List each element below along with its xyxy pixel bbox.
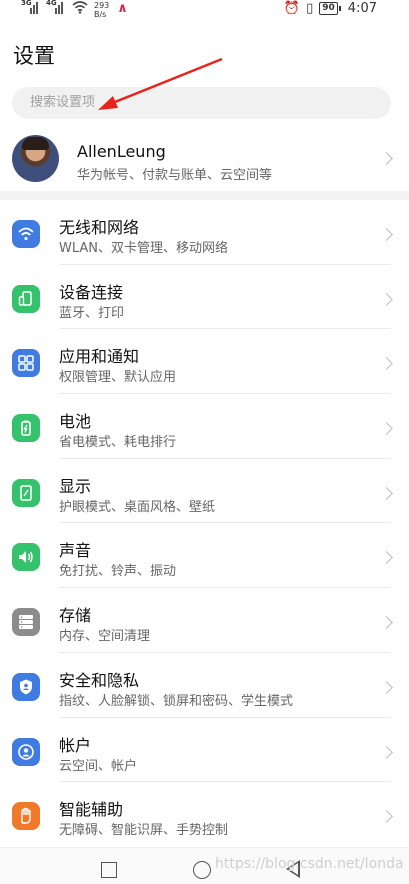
settings-item-battery[interactable]: 电池 省电模式、耗电排行 (0, 394, 409, 459)
settings-item-title: 无线和网络 (59, 218, 140, 237)
settings-item-subtitle: 权限管理、默认应用 (59, 370, 177, 386)
alarm-icon: ⏰ (283, 1, 301, 16)
chevron-right-icon (380, 745, 393, 759)
settings-item-title: 显示 (59, 476, 92, 496)
hand-icon (12, 802, 40, 831)
profile-name: AllenLeung (77, 142, 166, 161)
page-title: 设置 (13, 44, 55, 68)
chevron-right-icon (380, 616, 393, 629)
signal-sim2-icon: 4G (46, 0, 66, 14)
apps-icon (12, 349, 40, 378)
settings-item-storage[interactable]: 存储 内存、空间清理 (0, 588, 409, 653)
section-divider (0, 191, 409, 200)
settings-item-sound[interactable]: 声音 免打扰、铃声、振动 (0, 523, 409, 589)
chevron-right-icon (380, 422, 393, 435)
chevron-right-icon (380, 357, 393, 371)
account-profile-row[interactable]: AllenLeung 华为帐号、付款与账单、云空间等 (0, 130, 409, 186)
settings-item-subtitle: 指纹、人脸解锁、锁屏和密码、学生模式 (59, 693, 294, 709)
avatar (12, 135, 59, 182)
settings-item-subtitle: 内存、空间清理 (59, 629, 151, 645)
chevron-right-icon (380, 680, 393, 694)
recent-apps-button[interactable] (101, 862, 117, 878)
battery-icon (12, 414, 40, 443)
chevron-right-icon (380, 810, 393, 824)
settings-item-subtitle: 免打扰、铃声、振动 (59, 564, 177, 580)
settings-item-title: 存储 (59, 606, 92, 626)
signal-sim1-icon: 3G (21, 0, 41, 14)
search-input[interactable]: 搜索设置项 (12, 87, 391, 119)
settings-item-subtitle: 蓝牙、打印 (59, 305, 125, 321)
settings-item-title: 电池 (59, 412, 92, 432)
wifi-status-icon (72, 1, 88, 14)
home-button[interactable] (193, 861, 211, 879)
sim1-network-type: 3G (21, 0, 32, 7)
settings-item-smart-assistance[interactable]: 智能辅助 无障碍、智能识屏、手势控制 (0, 782, 409, 847)
system-navigation-bar: https://blog.csdn.net/londa (0, 847, 409, 884)
settings-item-subtitle: 无障碍、智能识屏、手势控制 (59, 823, 229, 839)
chevron-right-icon (380, 152, 393, 165)
storage-icon (12, 608, 40, 637)
settings-item-wireless-network[interactable]: 无线和网络 WLAN、双卡管理、移动网络 (0, 200, 409, 265)
settings-item-subtitle: 护眼模式、桌面风格、壁纸 (59, 499, 216, 515)
settings-item-subtitle: 云空间、帐户 (59, 758, 138, 774)
settings-item-title: 智能辅助 (59, 800, 124, 820)
settings-item-subtitle: WLAN、双卡管理、移动网络 (59, 241, 229, 256)
chevron-right-icon (380, 551, 393, 565)
chevron-right-icon (380, 292, 393, 306)
device-connection-icon (12, 284, 40, 313)
wifi-icon (12, 220, 40, 248)
settings-item-security-privacy[interactable]: 安全和隐私 指纹、人脸解锁、锁屏和密码、学生模式 (0, 653, 409, 718)
sound-icon (12, 543, 40, 572)
settings-item-title: 帐户 (59, 735, 92, 755)
account-icon (12, 737, 40, 766)
display-icon (12, 478, 40, 507)
network-speed-value: 293 (94, 1, 110, 10)
watermark: https://blog.csdn.net/londa (215, 856, 404, 872)
vibrate-icon: ▯ (306, 1, 314, 16)
settings-item-apps-notifications[interactable]: 应用和通知 权限管理、默认应用 (0, 329, 409, 395)
notification-app-icon: ∧ (117, 1, 128, 16)
settings-list: 无线和网络 WLAN、双卡管理、移动网络 设备连接 蓝牙、打印 应用和通知 权限… (0, 200, 409, 847)
settings-item-title: 声音 (59, 541, 92, 561)
settings-item-subtitle: 省电模式、耗电排行 (59, 435, 177, 451)
clock: 4:07 (347, 1, 377, 16)
chevron-right-icon (380, 486, 393, 500)
battery-status-icon: 90 (319, 2, 341, 15)
status-bar: 3G 4G 293 B/s ∧ ⏰ ▯ 90 4:07 (0, 0, 409, 22)
settings-item-title: 设备连接 (59, 282, 124, 302)
settings-item-title: 应用和通知 (59, 347, 140, 367)
profile-subtitle: 华为帐号、付款与账单、云空间等 (77, 168, 273, 183)
settings-item-account[interactable]: 帐户 云空间、帐户 (0, 718, 409, 783)
settings-item-device-connection[interactable]: 设备连接 蓝牙、打印 (0, 265, 409, 330)
shield-icon (12, 672, 40, 701)
sim2-network-type: 4G (46, 0, 57, 7)
settings-item-display[interactable]: 显示 护眼模式、桌面风格、壁纸 (0, 459, 409, 524)
network-speed-unit: B/s (94, 10, 107, 19)
network-speed: 293 B/s (94, 1, 109, 19)
chevron-right-icon (380, 228, 393, 241)
settings-item-title: 安全和隐私 (59, 670, 140, 690)
